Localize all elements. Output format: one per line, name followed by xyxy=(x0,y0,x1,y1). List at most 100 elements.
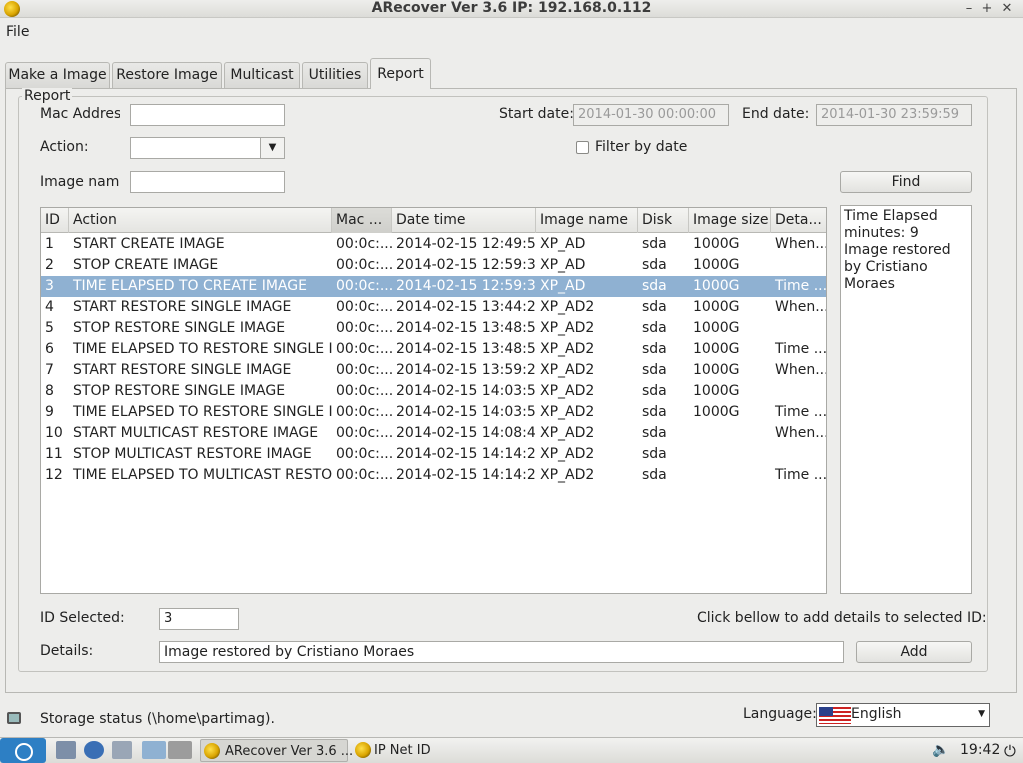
table-cell: START RESTORE SINGLE IMAGE xyxy=(73,299,292,315)
table-cell: 2014-02-15 12:59:38 xyxy=(396,257,536,273)
image-name-input[interactable] xyxy=(130,171,285,193)
table-row[interactable]: 8 STOP RESTORE SINGLE IMAGE 00:0c:... 2014-… xyxy=(41,381,826,402)
table-cell: 2014-02-15 12:59:38 xyxy=(396,278,536,294)
image-name-label: Image name xyxy=(40,174,120,190)
table-cell: 1000G xyxy=(693,404,740,420)
id-selected-field[interactable]: 3 xyxy=(159,608,239,630)
table-row[interactable]: 12 TIME ELAPSED TO MULTICAST RESTO... 00:0… xyxy=(41,465,826,486)
details-input[interactable]: Image restored by Cristiano Moraes xyxy=(159,641,844,663)
detail-text[interactable]: Time Elapsed minutes: 9 Image restored b… xyxy=(840,205,972,594)
table-cell xyxy=(689,465,771,486)
table-cell: 2014-02-15 14:03:51 xyxy=(396,404,536,420)
table-row[interactable]: 6 TIME ELAPSED TO RESTORE SINGLE I... 00:0… xyxy=(41,339,826,360)
column-header[interactable]: Mac ... xyxy=(332,208,392,233)
desktop-1-icon[interactable] xyxy=(142,741,166,759)
table-cell: 1 xyxy=(45,236,54,252)
table-cell: 1000G xyxy=(693,257,740,273)
close-button[interactable]: ✕ xyxy=(998,0,1016,17)
table-cell: XP_AD2 xyxy=(540,362,595,378)
column-header[interactable]: ID xyxy=(41,208,69,233)
table-cell: START RESTORE SINGLE IMAGE xyxy=(73,362,292,378)
add-details-hint: Click bellow to add details to selected … xyxy=(697,610,987,626)
table-row[interactable]: 1 START CREATE IMAGE 00:0c:... 2014-02-15 1… xyxy=(41,234,826,255)
table-row[interactable]: 4 START RESTORE SINGLE IMAGE 00:0c:... 2014… xyxy=(41,297,826,318)
table-cell: STOP MULTICAST RESTORE IMAGE xyxy=(73,446,312,462)
table-cell: 00:0c:... xyxy=(336,320,392,336)
desktop-2-icon[interactable] xyxy=(168,741,192,759)
maximize-button[interactable]: + xyxy=(978,0,996,17)
table-row[interactable]: 5 STOP RESTORE SINGLE IMAGE 00:0c:... 2014-… xyxy=(41,318,826,339)
table-cell: When... xyxy=(775,362,827,378)
find-button[interactable]: Find xyxy=(840,171,972,193)
title-bar[interactable]: ARecover Ver 3.6 IP: 192.168.0.112 xyxy=(0,0,1023,18)
table-row[interactable]: 9 TIME ELAPSED TO RESTORE SINGLE I... 00:0… xyxy=(41,402,826,423)
table-cell: XP_AD2 xyxy=(540,446,595,462)
minimize-button[interactable]: – xyxy=(960,0,978,17)
table-cell: XP_AD xyxy=(540,278,586,294)
tab-report[interactable]: Report xyxy=(370,58,431,89)
volume-icon[interactable]: 🔈 xyxy=(932,742,949,758)
table-row[interactable]: 2 STOP CREATE IMAGE 00:0c:... 2014-02-15 12… xyxy=(41,255,826,276)
table-cell: 00:0c:... xyxy=(336,404,392,420)
table-cell: Time ... xyxy=(775,404,827,420)
table-cell: 8 xyxy=(45,383,54,399)
language-value: English xyxy=(851,706,902,722)
start-date-field[interactable]: 2014-01-30 00:00:00 xyxy=(573,104,729,126)
tab-restore-image[interactable]: Restore Image xyxy=(112,62,222,88)
table-cell: STOP RESTORE SINGLE IMAGE xyxy=(73,383,286,399)
table-row[interactable]: 11 STOP MULTICAST RESTORE IMAGE 00:0c:... 2… xyxy=(41,444,826,465)
chevron-down-icon[interactable]: ▼ xyxy=(260,138,284,158)
action-select[interactable]: ▼ xyxy=(130,137,285,159)
table-cell: When... xyxy=(775,236,827,252)
table-cell: 3 xyxy=(45,278,54,294)
end-date-field[interactable]: 2014-01-30 23:59:59 xyxy=(816,104,972,126)
tab-make-image[interactable]: Make a Image xyxy=(5,62,110,88)
report-table[interactable]: ID Action Mac ... Date time Image name Disk Im… xyxy=(40,207,827,594)
mac-input[interactable] xyxy=(130,104,285,126)
table-row[interactable]: 10 START MULTICAST RESTORE IMAGE 00:0c:...… xyxy=(41,423,826,444)
power-icon[interactable]: ⏻ xyxy=(1004,742,1016,760)
windows-icon[interactable] xyxy=(112,741,132,759)
table-cell: XP_AD2 xyxy=(540,320,595,336)
table-cell: STOP RESTORE SINGLE IMAGE xyxy=(73,320,286,336)
arecover-icon xyxy=(204,743,220,759)
start-menu-button[interactable] xyxy=(0,738,46,763)
table-cell: 1000G xyxy=(693,383,740,399)
taskbar-item-arecover[interactable]: ARecover Ver 3.6 ... xyxy=(200,739,353,762)
table-cell: sda xyxy=(642,236,667,252)
column-header[interactable]: Deta... xyxy=(771,208,826,233)
taskbar-item-label: ARecover Ver 3.6 ... xyxy=(225,744,354,759)
language-select[interactable]: English ▼ xyxy=(816,703,990,727)
table-cell: 12 xyxy=(45,467,63,483)
taskbar-item-ipnetid[interactable]: IP Net ID xyxy=(352,739,442,762)
menu-file[interactable]: File xyxy=(6,24,29,40)
file-manager-icon[interactable] xyxy=(56,741,76,759)
app-icon[interactable] xyxy=(4,1,20,17)
table-cell: 00:0c:... xyxy=(336,425,392,441)
table-row[interactable]: 3 TIME ELAPSED TO CREATE IMAGE 00:0c:... 20… xyxy=(41,276,826,297)
table-cell: 2014-02-15 12:49:59 xyxy=(396,236,536,252)
tab-multicast[interactable]: Multicast xyxy=(224,62,300,88)
browser-icon[interactable] xyxy=(84,741,104,759)
table-cell xyxy=(689,423,771,444)
table-cell: sda xyxy=(642,320,667,336)
table-cell xyxy=(689,444,771,465)
column-header[interactable]: Image name xyxy=(536,208,638,233)
table-cell: sda xyxy=(642,383,667,399)
column-header[interactable]: Date time xyxy=(392,208,536,233)
filter-by-date-label: Filter by date xyxy=(595,139,688,155)
tab-utilities[interactable]: Utilities xyxy=(302,62,368,88)
column-header[interactable]: Image size xyxy=(689,208,771,233)
column-header[interactable]: Disk xyxy=(638,208,689,233)
column-header[interactable]: Action xyxy=(69,208,332,233)
table-cell: 2014-02-15 13:59:23 xyxy=(396,362,536,378)
chevron-down-icon[interactable]: ▼ xyxy=(978,709,985,719)
table-cell: STOP CREATE IMAGE xyxy=(73,257,219,273)
table-cell: 11 xyxy=(45,446,63,462)
table-cell: sda xyxy=(642,278,667,294)
filter-by-date-checkbox[interactable] xyxy=(576,141,589,154)
table-cell: sda xyxy=(642,341,667,357)
add-button[interactable]: Add xyxy=(856,641,972,663)
table-cell: 2014-02-15 14:14:21 xyxy=(396,446,536,462)
table-row[interactable]: 7 START RESTORE SINGLE IMAGE 00:0c:... 2014… xyxy=(41,360,826,381)
